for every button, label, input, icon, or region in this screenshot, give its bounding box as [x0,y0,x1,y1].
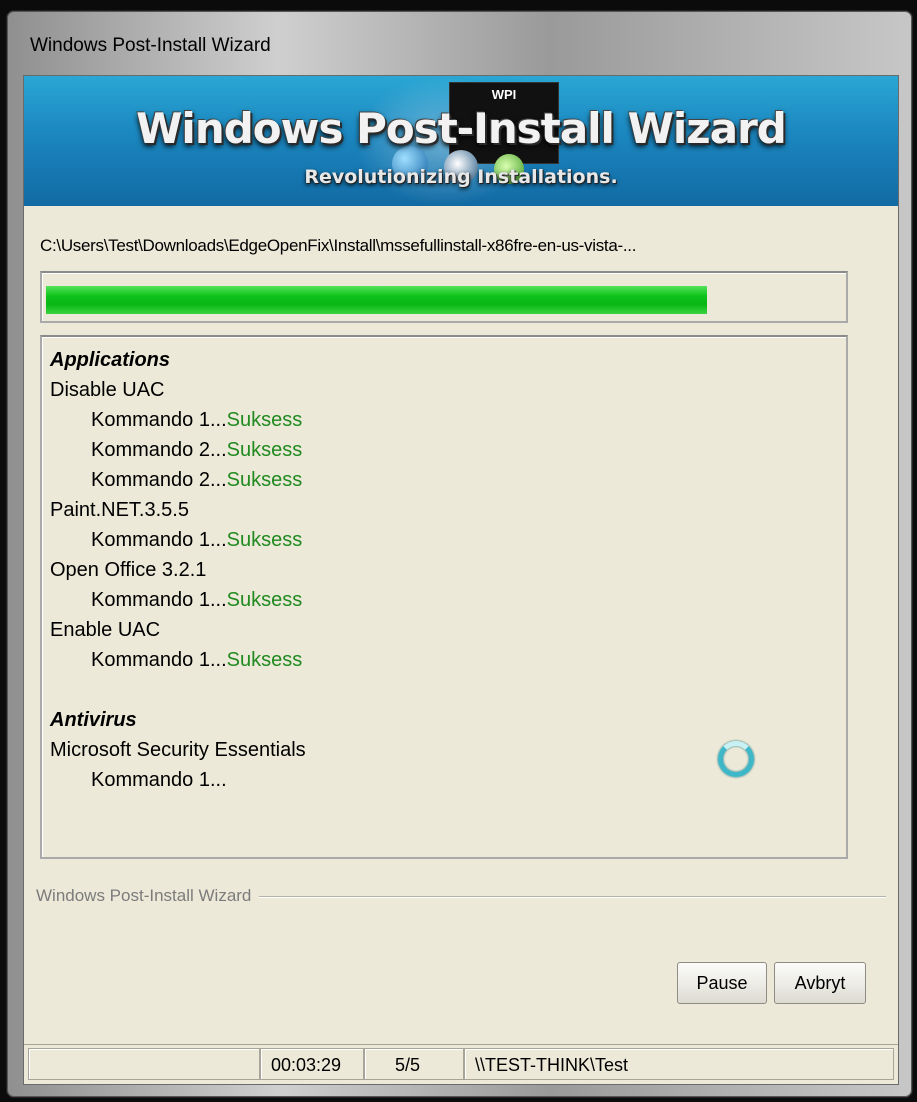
log-line-text: Kommando 1... [91,769,227,791]
log-command-line: Kommando 1...Suksess [50,585,838,615]
log-line-text: Kommando 1... [91,589,227,611]
log-status-success: Suksess [226,529,303,551]
log-item-line: Disable UAC [50,375,838,405]
current-file-path: C:\Users\Test\Downloads\EdgeOpenFix\Inst… [40,236,637,255]
log-command-line: Kommando 1...Suksess [50,645,838,675]
log-spacer [50,675,838,705]
header-banner: WPI Windows Post-Install Wizard Revoluti… [24,76,898,206]
log-line-text: Kommando 1... [91,529,227,551]
log-line-text: Kommando 2... [91,439,227,461]
log-item-line: Enable UAC [50,615,838,645]
log-command-line: Kommando 2...Suksess [50,465,838,495]
title-bar[interactable]: Windows Post-Install Wizard [7,11,912,75]
banner-title: Windows Post-Install Wizard [136,104,787,153]
step-count: 5/5 [364,1048,464,1080]
log-command-line: Kommando 1...Suksess [50,525,838,555]
progress-fill [46,286,707,314]
groupbox-label: Windows Post-Install Wizard [36,886,260,906]
wizard-groupbox: Windows Post-Install Wizard [36,886,886,906]
log-item-line: Open Office 3.2.1 [50,555,838,585]
log-line-text: Kommando 1... [91,649,227,671]
wizard-window: Windows Post-Install Wizard WPI Windows … [6,10,913,1098]
window-title: Windows Post-Install Wizard [30,35,271,56]
log-line-text: Enable UAC [50,619,161,641]
banner-subtitle: Revolutionizing Installations. [304,166,618,188]
log-status-success: Suksess [226,649,303,671]
log-status-success: Suksess [226,589,303,611]
log-status-success: Suksess [226,469,303,491]
log-command-line: Kommando 1... [50,765,838,795]
log-line-text: Disable UAC [50,379,165,401]
log-line-text: Kommando 2... [91,469,227,491]
log-status-success: Suksess [226,439,303,461]
log-line-text: Antivirus [50,709,137,731]
status-empty-cell [28,1048,260,1080]
log-line-text: Microsoft Security Essentials [50,739,306,761]
log-command-line: Kommando 1...Suksess [50,405,838,435]
log-line-text: Open Office 3.2.1 [50,559,207,581]
install-log-content: Applications Disable UAC Kommando 1...Suks… [50,345,838,795]
install-log[interactable]: Applications Disable UAC Kommando 1...Suks… [40,335,848,859]
wpi-badge: WPI [491,87,517,102]
busy-spinner-icon [718,741,754,777]
status-bar: 00:03:29 5/5 \\TEST-THINK\Test [24,1044,898,1085]
log-section-heading: Antivirus [50,705,838,735]
log-status-success: Suksess [226,409,303,431]
log-section-heading: Applications [50,345,838,375]
elapsed-time: 00:03:29 [260,1048,364,1080]
log-item-line: Paint.NET.3.5.5 [50,495,838,525]
pause-button[interactable]: Pause [677,962,767,1004]
client-area: WPI Windows Post-Install Wizard Revoluti… [23,75,899,1085]
user-path: \\TEST-THINK\Test [464,1048,894,1080]
log-command-line: Kommando 2...Suksess [50,435,838,465]
progress-bar [40,271,848,323]
abort-button[interactable]: Avbryt [774,962,866,1004]
log-line-text: Applications [50,349,171,371]
log-line-text: Paint.NET.3.5.5 [50,499,189,521]
log-line-text: Kommando 1... [91,409,227,431]
